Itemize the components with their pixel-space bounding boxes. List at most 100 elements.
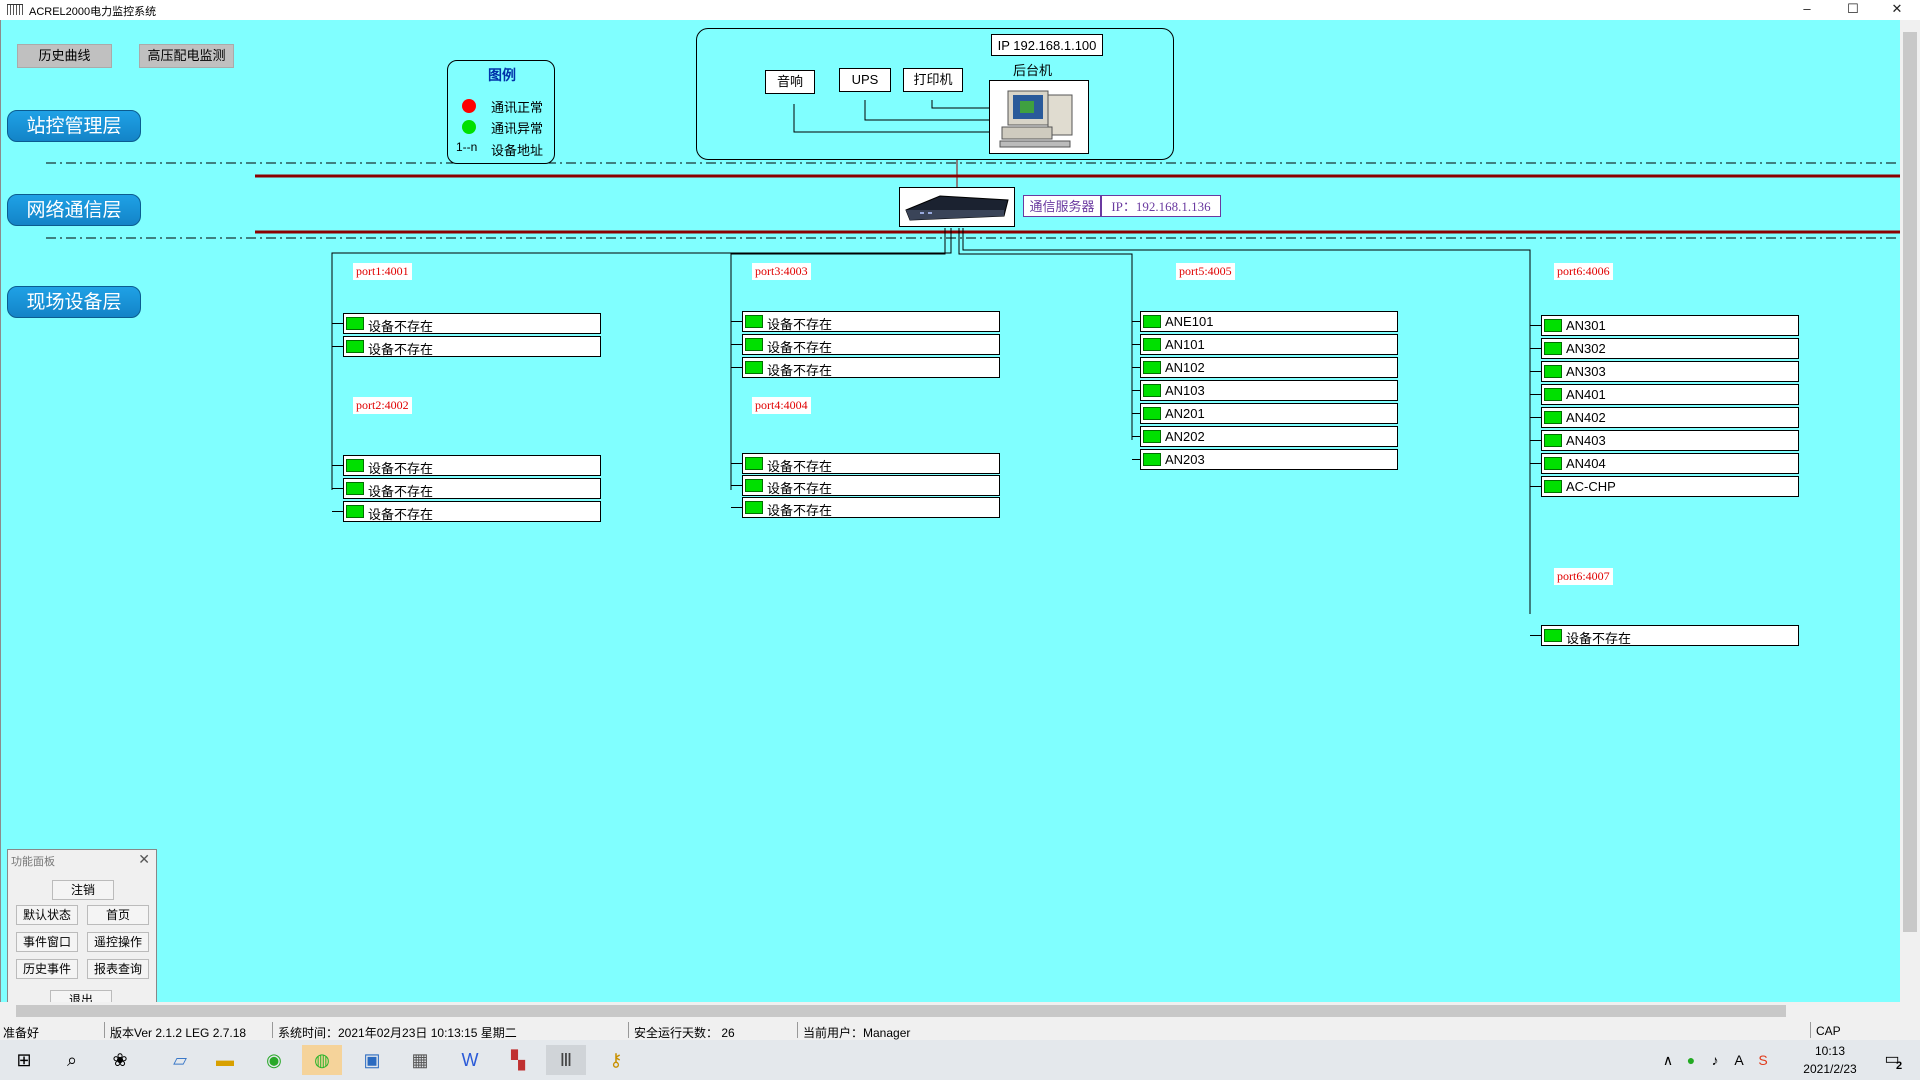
device-row[interactable]: 设备不存在 [742,334,1000,355]
device-row[interactable]: 设备不存在 [343,478,601,499]
server-ip-label: IP：192.168.1.136 [1101,195,1221,217]
search-icon[interactable]: ⌕ [52,1045,92,1075]
speaker-box[interactable]: 音响 [765,70,815,94]
remote-control-button[interactable]: 遥控操作 [87,932,149,952]
tablet-icon[interactable]: ▱ [160,1045,200,1075]
minimize-button[interactable]: – [1784,0,1830,20]
chevron-up-icon[interactable]: ∧ [1658,1045,1678,1075]
device-connector [1530,635,1541,636]
browser-icon[interactable]: ◉ [254,1045,294,1075]
horizontal-scroll-thumb[interactable] [16,1005,1786,1017]
device-row[interactable]: AN201 [1140,403,1398,424]
device-row[interactable]: 设备不存在 [742,453,1000,474]
device-row[interactable]: AN101 [1140,334,1398,355]
remote-desktop-icon[interactable]: ▣ [352,1045,392,1075]
device-row[interactable]: AN403 [1541,430,1799,451]
status-indicator-icon [1143,407,1161,420]
vertical-scroll-thumb[interactable] [1903,32,1917,932]
device-row[interactable]: 设备不存在 [343,313,601,334]
device-row[interactable]: 设备不存在 [1541,625,1799,646]
device-row[interactable]: 设备不存在 [742,497,1000,518]
port-label: port2:4002 [353,397,412,414]
device-name: AN102 [1165,360,1205,375]
horizontal-scrollbar[interactable] [0,1002,1920,1020]
port-label: port5:4005 [1176,263,1235,280]
printer-box[interactable]: 打印机 [903,68,963,92]
device-connector [731,367,742,368]
volume-icon[interactable]: ♪ [1704,1045,1726,1075]
default-state-button[interactable]: 默认状态 [16,905,78,925]
device-row[interactable]: 设备不存在 [742,357,1000,378]
device-row[interactable]: 设备不存在 [343,501,601,522]
device-row[interactable]: AN102 [1140,357,1398,378]
app-grid-icon[interactable]: ▚ [498,1045,538,1075]
device-row[interactable]: 设备不存在 [742,475,1000,496]
device-connector [1132,367,1140,368]
task-view-icon[interactable]: ❀ [100,1045,140,1075]
device-row[interactable]: AC-CHP [1541,476,1799,497]
calculator-icon[interactable]: ▦ [400,1045,440,1075]
report-query-button[interactable]: 报表查询 [87,959,149,979]
device-row[interactable]: 设备不存在 [343,336,601,357]
device-row[interactable]: AN301 [1541,315,1799,336]
host-computer-icon[interactable] [989,80,1089,154]
clock-date[interactable]: 2021/2/23 [1790,1062,1870,1076]
clock-time[interactable]: 10:13 [1790,1044,1870,1058]
device-row[interactable]: AN402 [1541,407,1799,428]
device-name: AN404 [1566,456,1606,471]
wps-writer-icon[interactable]: W [450,1045,490,1075]
ups-box[interactable]: UPS [839,68,891,92]
close-button[interactable]: ✕ [1874,0,1920,20]
device-connector [731,463,742,464]
device-connector [731,507,742,508]
taskbar: ⊞ ⌕ ❀ ▱ ▬ ◉ ◍ ▣ ▦ W ▚ Ⅲ ⚷ ∧ ● ♪ A S 10:1… [0,1040,1920,1080]
device-name: 设备不存在 [767,459,833,474]
device-row[interactable]: ANE101 [1140,311,1398,332]
device-row[interactable]: AN303 [1541,361,1799,382]
device-connector [332,488,343,489]
device-row[interactable]: AN404 [1541,453,1799,474]
home-button[interactable]: 首页 [87,905,149,925]
device-connector [1530,348,1541,349]
panel-close-icon[interactable]: ✕ [138,851,150,868]
status-indicator-icon [1544,434,1562,447]
status-indicator-icon [1544,457,1562,470]
device-name: 设备不存在 [1566,631,1632,646]
windows-start-icon[interactable]: ⊞ [4,1045,44,1075]
input-method-icon[interactable]: A [1728,1045,1750,1075]
file-explorer-icon[interactable]: ▬ [205,1045,245,1075]
notification-icon[interactable]: ▭ [1872,1045,1912,1075]
exit-button[interactable]: 退出 [50,990,112,1002]
window-title: ACREL2000电力监控系统 [29,6,157,18]
device-row[interactable]: 设备不存在 [343,455,601,476]
device-row[interactable]: AN401 [1541,384,1799,405]
device-connector [332,465,343,466]
device-name: 设备不存在 [767,363,833,378]
device-connector [1132,436,1140,437]
host-ip-label: IP 192.168.1.100 [991,34,1103,56]
acrel-app-icon[interactable]: Ⅲ [546,1045,586,1075]
sogou-icon[interactable]: S [1752,1045,1774,1075]
wechat-icon[interactable]: ◍ [302,1045,342,1075]
wechat-tray-icon[interactable]: ● [1680,1045,1702,1075]
device-row[interactable]: AN203 [1140,449,1398,470]
server-device-icon[interactable] [899,187,1015,227]
device-row[interactable]: 设备不存在 [742,311,1000,332]
event-window-button[interactable]: 事件窗口 [16,932,78,952]
device-name: AN402 [1566,410,1606,425]
device-row[interactable]: AN302 [1541,338,1799,359]
device-connector [1132,390,1140,391]
device-row[interactable]: AN103 [1140,380,1398,401]
key-icon[interactable]: ⚷ [596,1045,636,1075]
status-indicator-icon [1544,365,1562,378]
device-connector [332,323,343,324]
device-row[interactable]: AN202 [1140,426,1398,447]
device-name: AN403 [1566,433,1606,448]
maximize-button[interactable]: ☐ [1830,0,1876,20]
status-indicator-icon [1143,361,1161,374]
history-event-button[interactable]: 历史事件 [16,959,78,979]
legend-title: 图例 [488,67,516,83]
status-indicator-icon [346,340,364,353]
logout-button[interactable]: 注销 [52,880,114,900]
vertical-scrollbar[interactable] [1900,20,1920,1002]
